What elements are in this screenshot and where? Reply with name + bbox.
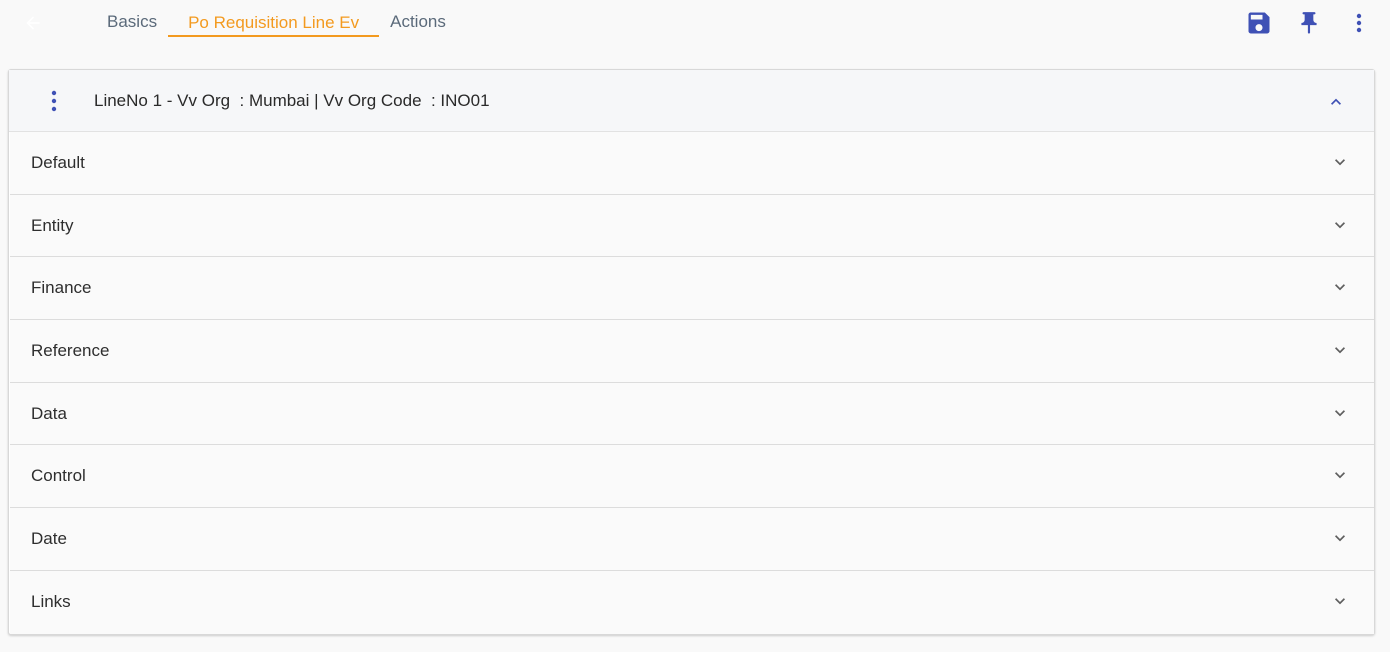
- panel-header: LineNo 1 - Vv Org : Mumbai | Vv Org Code…: [9, 70, 1374, 132]
- section-label: Entity: [31, 215, 74, 235]
- collapse-panel-button[interactable]: [1324, 90, 1348, 114]
- tab-bar: Basics Po Requisition Line Ev Actions: [96, 0, 457, 46]
- section-label: Links: [31, 591, 71, 611]
- chevron-up-icon: [1331, 98, 1341, 105]
- chevron-down-icon: [1330, 591, 1350, 611]
- tab-basics-label: Basics: [107, 12, 158, 31]
- tab-po-requisition-line-ev-label: Po Requisition Line Ev: [188, 13, 360, 32]
- back-button[interactable]: [20, 10, 46, 36]
- toolbar-actions: [1224, 8, 1374, 38]
- section-label: Default: [31, 153, 85, 172]
- tab-basics[interactable]: Basics: [96, 0, 168, 46]
- panel-title: LineNo 1 - Vv Org : Mumbai | Vv Org Code…: [94, 91, 490, 110]
- section-entity[interactable]: Entity: [10, 194, 1374, 258]
- pin-button[interactable]: [1294, 8, 1324, 38]
- chevron-down-icon: [1330, 215, 1350, 235]
- more-vertical-icon: [51, 90, 57, 112]
- section-label: Control: [31, 466, 86, 486]
- more-vertical-icon: [1356, 13, 1362, 33]
- arrow-left-icon: [26, 16, 40, 30]
- tab-actions-label: Actions: [390, 12, 446, 31]
- chevron-down-icon: [1330, 277, 1350, 297]
- tab-po-requisition-line-ev[interactable]: Po Requisition Line Ev: [168, 0, 380, 46]
- section-control[interactable]: Control: [10, 445, 1374, 509]
- section-links[interactable]: Links: [10, 570, 1374, 634]
- chevron-down-icon: [1330, 152, 1350, 172]
- chevron-down-icon: [1330, 465, 1350, 485]
- section-list: Default Entity Finance Reference Data Co…: [10, 132, 1374, 634]
- save-button[interactable]: [1244, 8, 1274, 38]
- section-label: Data: [31, 403, 67, 423]
- more-options-button[interactable]: [1344, 8, 1374, 38]
- section-reference[interactable]: Reference: [10, 320, 1374, 383]
- section-label: Date: [31, 529, 67, 549]
- section-data[interactable]: Data: [10, 382, 1374, 446]
- section-label: Reference: [31, 341, 110, 361]
- chevron-down-icon: [1330, 340, 1350, 360]
- top-toolbar: Basics Po Requisition Line Ev Actions: [0, 0, 1390, 46]
- line-options-button[interactable]: [45, 90, 63, 112]
- section-date[interactable]: Date: [10, 508, 1374, 571]
- chevron-down-icon: [1330, 403, 1350, 423]
- section-finance[interactable]: Finance: [10, 257, 1374, 321]
- save-icon: [1248, 12, 1270, 34]
- line-detail-panel: LineNo 1 - Vv Org : Mumbai | Vv Org Code…: [8, 69, 1375, 635]
- section-default[interactable]: Default: [10, 132, 1374, 195]
- chevron-down-icon: [1330, 528, 1350, 548]
- tab-actions[interactable]: Actions: [379, 0, 457, 46]
- pin-icon: [1301, 12, 1317, 34]
- section-label: Finance: [31, 278, 92, 298]
